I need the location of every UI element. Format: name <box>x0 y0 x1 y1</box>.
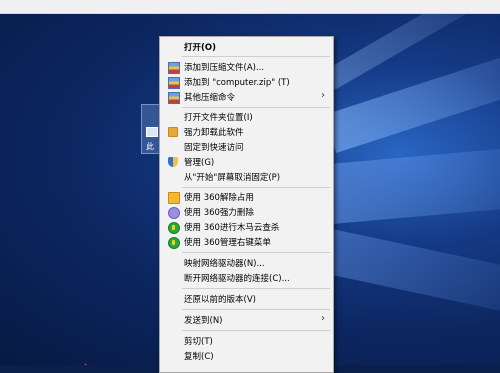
menu-item-other-compress[interactable]: 其他压缩命令 › <box>160 90 333 104</box>
menu-item-map-network-drive[interactable]: 映射网络驱动器(N)... <box>160 256 333 270</box>
computer-icon <box>146 127 158 137</box>
menu-item-360-unlock[interactable]: 使用 360解除占用 <box>160 190 333 204</box>
menu-separator <box>182 330 330 331</box>
360-scan-icon <box>168 222 180 234</box>
menu-item-360-manage-context-menu[interactable]: 使用 360管理右键菜单 <box>160 235 333 249</box>
menu-item-add-to-archive[interactable]: 添加到压缩文件(A)... <box>160 60 333 74</box>
menu-item-add-to-zip[interactable]: 添加到 "computer.zip" (T) <box>160 75 333 89</box>
winrar-archive-icon <box>168 92 180 104</box>
admin-shield-icon <box>168 157 178 167</box>
this-pc-desktop-icon[interactable]: 此 <box>141 104 161 154</box>
menu-item-send-to[interactable]: 发送到(N) › <box>160 313 333 327</box>
menu-item-manage[interactable]: 管理(G) <box>160 155 333 169</box>
submenu-arrow-icon: › <box>321 90 325 101</box>
winrar-archive-icon <box>168 62 180 74</box>
360-unlock-icon <box>168 192 180 204</box>
submenu-arrow-icon: › <box>321 313 325 324</box>
context-menu: 打开(O) 添加到压缩文件(A)... 添加到 "computer.zip" (… <box>159 36 334 373</box>
menu-separator <box>182 56 330 57</box>
menu-item-disconnect-network-drive[interactable]: 断开网络驱动器的连接(C)... <box>160 271 333 285</box>
menu-item-force-uninstall[interactable]: 强力卸载此软件 <box>160 125 333 139</box>
360-delete-icon <box>168 207 180 219</box>
menu-item-unpin-start[interactable]: 从"开始"屏幕取消固定(P) <box>160 170 333 184</box>
menu-separator <box>182 187 330 188</box>
menu-item-cut[interactable]: 剪切(T) <box>160 334 333 348</box>
menu-separator <box>182 309 330 310</box>
360-menu-icon <box>168 237 180 249</box>
menu-item-open-folder-location[interactable]: 打开文件夹位置(I) <box>160 110 333 124</box>
menu-item-open[interactable]: 打开(O) <box>160 40 333 54</box>
menu-separator <box>182 252 330 253</box>
menu-item-pin-quick-access[interactable]: 固定到快速访问 <box>160 140 333 154</box>
desktop-icon-label: 此 <box>146 142 154 151</box>
menu-separator <box>182 107 330 108</box>
window-top-strip <box>0 0 500 14</box>
menu-separator <box>182 288 330 289</box>
uninstall-icon <box>168 127 178 137</box>
menu-item-restore-previous-versions[interactable]: 还原以前的版本(V) <box>160 292 333 306</box>
menu-item-copy[interactable]: 复制(C) <box>160 349 333 363</box>
menu-item-360-trojan-scan[interactable]: 使用 360进行木马云查杀 <box>160 220 333 234</box>
winrar-archive-icon <box>168 77 180 89</box>
menu-item-360-force-delete[interactable]: 使用 360强力删除 <box>160 205 333 219</box>
